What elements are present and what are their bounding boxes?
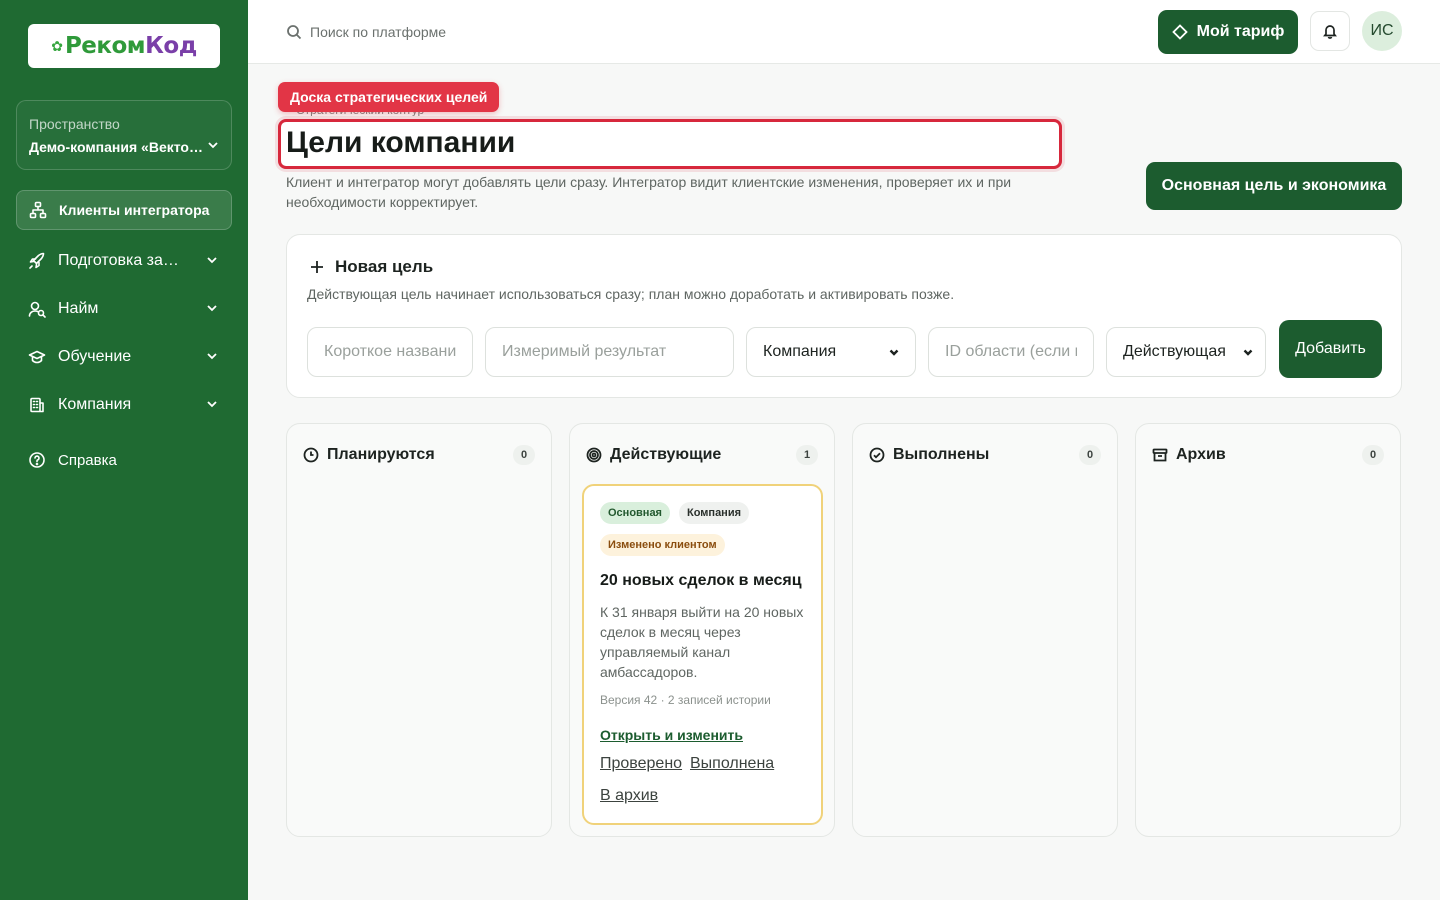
- sidebar-item-company[interactable]: Компания: [16, 385, 232, 425]
- help-circle-icon: [28, 451, 46, 469]
- highlight-tag: Доска стратегических целей: [278, 82, 500, 112]
- sidebar: ✿ РекомКод Пространство Демо-компания «В…: [0, 0, 248, 900]
- chevron-down-icon: [206, 301, 218, 319]
- sidebar-item-label: Клиенты интегратора: [59, 202, 210, 218]
- column-count: 0: [1079, 445, 1101, 465]
- chevron-down-icon: [889, 349, 899, 356]
- area-id-input[interactable]: [928, 327, 1094, 377]
- leaf-icon: ✿: [51, 37, 63, 54]
- badge-main: Основная: [600, 502, 670, 524]
- check-circle-icon: [869, 447, 885, 463]
- diamond-icon: [1171, 24, 1188, 40]
- goal-scope-select[interactable]: Компания: [746, 327, 916, 377]
- chevron-down-icon: [206, 397, 218, 415]
- user-search-icon: [28, 300, 46, 318]
- chevron-down-icon: [207, 139, 219, 154]
- mark-done-link[interactable]: Выполнена: [690, 755, 774, 773]
- goal-description: К 31 января выйти на 20 новых сделок в м…: [600, 604, 804, 680]
- chevron-down-icon: [206, 349, 218, 367]
- target-icon: [586, 447, 602, 463]
- column-planned: Планируются 0: [286, 423, 552, 837]
- my-plan-button[interactable]: Мой тариф: [1158, 10, 1298, 54]
- column-count: 0: [513, 445, 535, 465]
- bell-icon: [1323, 25, 1337, 39]
- sidebar-item-label: Компания: [58, 396, 132, 413]
- goal-result-input[interactable]: [485, 327, 734, 377]
- plus-icon: [311, 261, 323, 273]
- add-goal-button[interactable]: Добавить: [1279, 320, 1382, 378]
- new-goal-description: Действующая цель начинает использоваться…: [307, 286, 955, 302]
- column-title: Действующие: [610, 446, 722, 463]
- goal-scope-value: Компания: [763, 343, 837, 360]
- page-description: Клиент и интегратор могут добавлять цели…: [286, 174, 1012, 210]
- search-icon: [286, 24, 302, 45]
- sidebar-item-integrator-clients[interactable]: Клиенты интегратора: [16, 190, 232, 230]
- goal-title: 20 новых сделок в месяц: [600, 572, 802, 589]
- sidebar-item-launch-prep[interactable]: Подготовка запуска: [16, 241, 232, 281]
- space-selector[interactable]: Пространство Демо-компания «Вектор»: [16, 100, 232, 170]
- column-count: 1: [796, 445, 818, 465]
- space-label: Пространство: [29, 116, 120, 132]
- logo[interactable]: ✿ РекомКод: [28, 24, 220, 68]
- sidebar-item-label: Обучение: [58, 348, 132, 365]
- new-goal-header: Новая цель: [309, 257, 433, 277]
- logo-part-2: Код: [145, 33, 197, 59]
- archive-icon: [1152, 448, 1168, 462]
- goal-name-input[interactable]: [307, 327, 473, 377]
- new-goal-title: Новая цель: [335, 257, 434, 276]
- new-goal-card: Новая цель Действующая цель начинает исп…: [286, 234, 1402, 398]
- badge-scope: Компания: [679, 502, 750, 524]
- column-active: Действующие 1 Основная Компания Изменено…: [569, 423, 835, 837]
- building-icon: [28, 396, 46, 414]
- sidebar-item-hiring[interactable]: Найм: [16, 289, 232, 329]
- sidebar-item-help[interactable]: Справка: [16, 440, 232, 480]
- sidebar-item-label: Подготовка запуска: [58, 252, 186, 269]
- mark-checked-link[interactable]: Проверено: [600, 755, 682, 773]
- graduation-cap-icon: [28, 348, 46, 366]
- notifications-button[interactable]: [1310, 11, 1350, 51]
- goal-status-value: Действующая: [1123, 343, 1226, 360]
- rocket-icon: [28, 252, 46, 270]
- main-goal-economics-button[interactable]: Основная цель и экономика: [1146, 162, 1402, 210]
- network-icon: [29, 201, 47, 219]
- sidebar-item-label: Справка: [58, 451, 117, 469]
- goal-version-meta: Версия 42 · 2 записей истории: [600, 693, 771, 707]
- avatar[interactable]: ИС: [1362, 11, 1402, 51]
- badge-changed-by-client: Изменено клиентом: [600, 534, 725, 556]
- sidebar-item-training[interactable]: Обучение: [16, 337, 232, 377]
- archive-link[interactable]: В архив: [600, 787, 658, 805]
- column-count: 0: [1362, 445, 1384, 465]
- topbar: Мой тариф ИС: [248, 0, 1440, 64]
- goal-status-select[interactable]: Действующая: [1106, 327, 1266, 377]
- column-completed: Выполнены 0: [852, 423, 1118, 837]
- space-name: Демо-компания «Вектор»: [29, 139, 205, 155]
- search-input[interactable]: [310, 20, 610, 44]
- goal-card[interactable]: Основная Компания Изменено клиентом 20 н…: [582, 484, 823, 825]
- column-title: Планируются: [327, 446, 435, 463]
- page-title: Цели компании: [286, 126, 516, 159]
- open-edit-link[interactable]: Открыть и изменить: [600, 727, 743, 743]
- column-title: Выполнены: [893, 446, 990, 463]
- sidebar-item-label: Найм: [58, 300, 99, 317]
- column-title: Архив: [1176, 446, 1226, 463]
- chevron-down-icon: [206, 253, 218, 271]
- logo-part-1: Реком: [64, 33, 146, 59]
- chevron-down-icon: [1243, 349, 1253, 356]
- clock-icon: [303, 447, 319, 463]
- my-plan-label: Мой тариф: [1196, 23, 1285, 40]
- column-archive: Архив 0: [1135, 423, 1401, 837]
